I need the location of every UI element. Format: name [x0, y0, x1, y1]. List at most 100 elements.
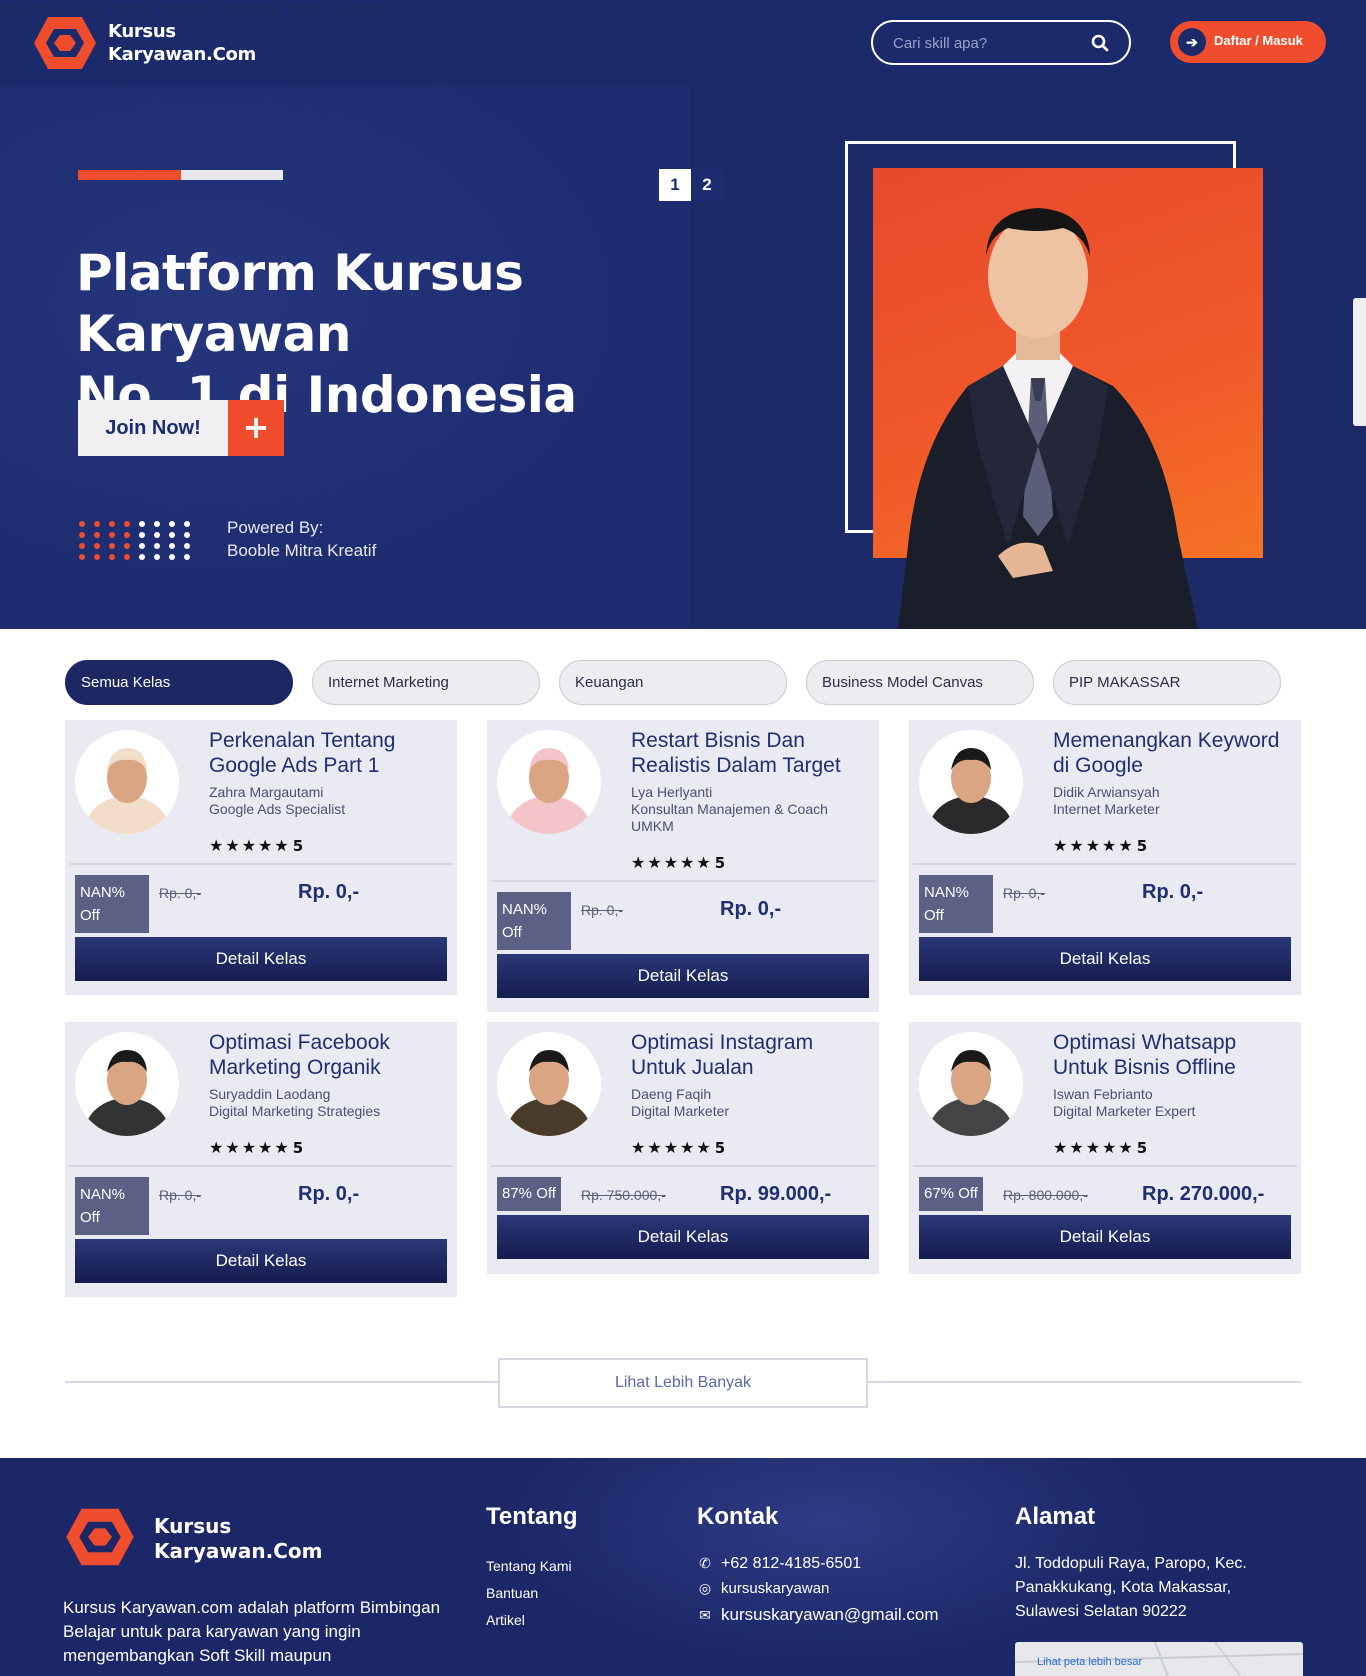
- course-card: Optimasi Whatsapp Untuk Bisnis Offline I…: [909, 1022, 1301, 1274]
- tab-keuangan[interactable]: Keuangan: [559, 660, 787, 705]
- course-title[interactable]: Optimasi Instagram Untuk Jualan: [631, 1030, 871, 1080]
- instagram-icon: ◎: [698, 1580, 712, 1596]
- category-filter-tabs: Semua Kelas Internet Marketing Keuangan …: [65, 660, 1305, 705]
- final-price: Rp. 0,-: [1142, 881, 1204, 903]
- instructor-avatar: [75, 730, 179, 834]
- instructor-info: Suryaddin Laodang Digital Marketing Stra…: [209, 1086, 449, 1120]
- footer-logo-text[interactable]: Kursus Karyawan.Com: [154, 1514, 322, 1564]
- instructor-avatar: [919, 1032, 1023, 1136]
- rating-value: 5: [292, 1139, 304, 1157]
- star-icons: ★★★★★: [1053, 836, 1135, 855]
- footer-email[interactable]: ✉ kursuskaryawan@gmail.com: [697, 1605, 939, 1625]
- map-embed[interactable]: Lihat peta lebih besar: [1015, 1642, 1303, 1676]
- instructor-name: Lya Herlyanti: [631, 784, 713, 800]
- nav-tentang-kami[interactable]: Tentang Kami: [217, 0, 326, 19]
- final-price: Rp. 0,-: [298, 881, 360, 903]
- detail-kelas-button[interactable]: Detail Kelas: [919, 1215, 1291, 1259]
- original-price: Rp. 0,-: [159, 885, 202, 901]
- dot: [154, 532, 160, 538]
- envelope-icon: ✉: [699, 1607, 711, 1623]
- footer-logo-icon[interactable]: [62, 1504, 138, 1570]
- final-price: Rp. 99.000,-: [720, 1183, 832, 1205]
- slide-page-2[interactable]: 2: [691, 169, 723, 201]
- course-title[interactable]: Restart Bisnis Dan Realistis Dalam Targe…: [631, 728, 871, 778]
- dot: [124, 521, 130, 527]
- course-title[interactable]: Optimasi Facebook Marketing Organik: [209, 1030, 449, 1080]
- dot: [184, 521, 190, 527]
- course-title[interactable]: Perkenalan Tentang Google Ads Part 1: [209, 728, 449, 778]
- star-icons: ★★★★★: [1053, 1138, 1135, 1157]
- course-title[interactable]: Optimasi Whatsapp Untuk Bisnis Offline: [1053, 1030, 1293, 1080]
- dot: [139, 554, 145, 560]
- nav-kontak[interactable]: Kontak: [331, 0, 386, 19]
- footer-logo-line1: Kursus: [154, 1514, 232, 1538]
- footer-link-bantuan[interactable]: Bantuan: [486, 1585, 538, 1601]
- dot: [184, 554, 190, 560]
- dot: [184, 532, 190, 538]
- hero-banner: 1 2 Platform Kursus Karyawan No. 1 di In…: [0, 86, 1366, 629]
- instructor-avatar: [919, 730, 1023, 834]
- footer-instagram-text: kursuskaryawan: [721, 1580, 830, 1597]
- dot: [79, 521, 85, 527]
- side-tab[interactable]: [1353, 298, 1366, 426]
- footer-email-text: kursuskaryawan@gmail.com: [721, 1605, 939, 1624]
- dot: [79, 554, 85, 560]
- star-icons: ★★★★★: [631, 1138, 713, 1157]
- course-card: Optimasi Instagram Untuk Jualan Daeng Fa…: [487, 1022, 879, 1274]
- instructor-avatar: [75, 1032, 179, 1136]
- logo-text[interactable]: Kursus Karyawan.Com: [108, 20, 256, 66]
- discount-badge: 67% Off: [919, 1177, 983, 1211]
- search-box: [871, 20, 1131, 65]
- footer-kontak-heading: Kontak: [697, 1503, 779, 1530]
- footer-link-tentang-kami[interactable]: Tentang Kami: [486, 1558, 572, 1574]
- logo-icon[interactable]: [30, 13, 100, 73]
- search-icon[interactable]: [1091, 34, 1109, 52]
- dot: [109, 532, 115, 538]
- view-more-button[interactable]: Lihat Lebih Banyak: [498, 1358, 868, 1408]
- hero-title: Platform Kursus Karyawan No. 1 di Indone…: [76, 243, 776, 426]
- rating-stars: ★★★★★ 5: [631, 1138, 725, 1157]
- slide-page-1[interactable]: 1: [659, 169, 691, 201]
- footer-instagram[interactable]: ◎ kursuskaryawan: [697, 1580, 830, 1597]
- nav-kelas-online[interactable]: Kelas Online: [113, 0, 212, 19]
- powered-by-company: Booble Mitra Kreatif: [227, 541, 377, 560]
- join-now-button[interactable]: Join Now! +: [78, 400, 284, 456]
- footer-phone[interactable]: ✆ +62 812-4185-6501: [697, 1555, 861, 1573]
- detail-kelas-button[interactable]: Detail Kelas: [497, 1215, 869, 1259]
- tab-semua-kelas[interactable]: Semua Kelas: [65, 660, 293, 705]
- detail-kelas-button[interactable]: Detail Kelas: [497, 954, 869, 998]
- dot: [154, 543, 160, 549]
- detail-kelas-button[interactable]: Detail Kelas: [75, 937, 447, 981]
- detail-kelas-button[interactable]: Detail Kelas: [75, 1239, 447, 1283]
- footer-tentang-heading: Tentang: [486, 1503, 578, 1530]
- dot: [94, 554, 100, 560]
- original-price: Rp. 0,-: [581, 902, 624, 918]
- tab-business-model-canvas[interactable]: Business Model Canvas: [806, 660, 1034, 705]
- login-register-button[interactable]: ➔ Daftar / Masuk: [1170, 21, 1326, 63]
- discount-badge: NAN% Off: [75, 875, 149, 933]
- course-title[interactable]: Memenangkan Keyword di Google: [1053, 728, 1293, 778]
- final-price: Rp. 270.000,-: [1142, 1183, 1265, 1205]
- card-divider: [69, 1165, 453, 1167]
- discount-badge: NAN% Off: [75, 1177, 149, 1235]
- hero-person-image: [898, 208, 1198, 629]
- login-register-label: Daftar / Masuk: [1214, 33, 1303, 48]
- tab-pip-makassar[interactable]: PIP MAKASSAR: [1053, 660, 1281, 705]
- rating-stars: ★★★★★ 5: [631, 853, 725, 872]
- footer-link-artikel[interactable]: Artikel: [486, 1612, 525, 1628]
- star-icons: ★★★★★: [209, 836, 291, 855]
- instructor-name: Daeng Faqih: [631, 1086, 712, 1102]
- rating-value: 5: [714, 1139, 726, 1157]
- footer-phone-text: +62 812-4185-6501: [721, 1555, 862, 1572]
- detail-kelas-button[interactable]: Detail Kelas: [919, 937, 1291, 981]
- rating-value: 5: [1136, 837, 1148, 855]
- instructor-role: Digital Marketer: [631, 1103, 730, 1119]
- rating-value: 5: [1136, 1139, 1148, 1157]
- tab-internet-marketing[interactable]: Internet Marketing: [312, 660, 540, 705]
- original-price: Rp. 0,-: [1003, 885, 1046, 901]
- dot: [94, 532, 100, 538]
- search-input[interactable]: [893, 32, 1083, 54]
- map-link[interactable]: Lihat peta lebih besar: [1037, 1656, 1142, 1668]
- slide-progress-fill: [78, 170, 181, 180]
- instructor-info: Zahra Margautami Google Ads Specialist: [209, 784, 449, 818]
